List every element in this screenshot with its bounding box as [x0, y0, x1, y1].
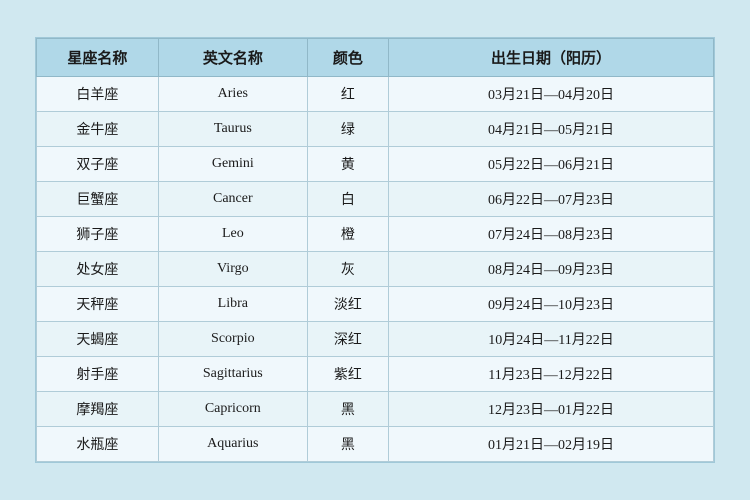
header-english: 英文名称	[158, 39, 307, 77]
cell-color: 橙	[307, 217, 388, 252]
table-row: 金牛座Taurus绿04月21日—05月21日	[37, 112, 714, 147]
cell-english: Sagittarius	[158, 357, 307, 392]
cell-date: 12月23日—01月22日	[389, 392, 714, 427]
cell-english: Libra	[158, 287, 307, 322]
cell-color: 黄	[307, 147, 388, 182]
table-body: 白羊座Aries红03月21日—04月20日金牛座Taurus绿04月21日—0…	[37, 77, 714, 462]
cell-date: 11月23日—12月22日	[389, 357, 714, 392]
table-row: 白羊座Aries红03月21日—04月20日	[37, 77, 714, 112]
cell-english: Aries	[158, 77, 307, 112]
table-row: 天秤座Libra淡红09月24日—10月23日	[37, 287, 714, 322]
cell-english: Leo	[158, 217, 307, 252]
table-row: 天蝎座Scorpio深红10月24日—11月22日	[37, 322, 714, 357]
cell-color: 深红	[307, 322, 388, 357]
cell-english: Virgo	[158, 252, 307, 287]
table-row: 处女座Virgo灰08月24日—09月23日	[37, 252, 714, 287]
cell-date: 08月24日—09月23日	[389, 252, 714, 287]
cell-chinese: 巨蟹座	[37, 182, 159, 217]
zodiac-table: 星座名称 英文名称 颜色 出生日期（阳历） 白羊座Aries红03月21日—04…	[36, 38, 714, 462]
cell-chinese: 射手座	[37, 357, 159, 392]
table-row: 狮子座Leo橙07月24日—08月23日	[37, 217, 714, 252]
cell-color: 白	[307, 182, 388, 217]
cell-date: 01月21日—02月19日	[389, 427, 714, 462]
header-color: 颜色	[307, 39, 388, 77]
table-row: 水瓶座Aquarius黑01月21日—02月19日	[37, 427, 714, 462]
cell-date: 04月21日—05月21日	[389, 112, 714, 147]
cell-english: Aquarius	[158, 427, 307, 462]
cell-color: 绿	[307, 112, 388, 147]
cell-chinese: 狮子座	[37, 217, 159, 252]
table-header-row: 星座名称 英文名称 颜色 出生日期（阳历）	[37, 39, 714, 77]
cell-date: 05月22日—06月21日	[389, 147, 714, 182]
cell-date: 09月24日—10月23日	[389, 287, 714, 322]
header-date: 出生日期（阳历）	[389, 39, 714, 77]
cell-chinese: 处女座	[37, 252, 159, 287]
header-chinese: 星座名称	[37, 39, 159, 77]
cell-color: 红	[307, 77, 388, 112]
cell-color: 黑	[307, 427, 388, 462]
cell-chinese: 摩羯座	[37, 392, 159, 427]
cell-color: 紫红	[307, 357, 388, 392]
cell-english: Cancer	[158, 182, 307, 217]
cell-english: Taurus	[158, 112, 307, 147]
cell-color: 黑	[307, 392, 388, 427]
cell-color: 灰	[307, 252, 388, 287]
cell-english: Gemini	[158, 147, 307, 182]
table-row: 射手座Sagittarius紫红11月23日—12月22日	[37, 357, 714, 392]
cell-color: 淡红	[307, 287, 388, 322]
cell-date: 03月21日—04月20日	[389, 77, 714, 112]
cell-chinese: 双子座	[37, 147, 159, 182]
table-row: 双子座Gemini黄05月22日—06月21日	[37, 147, 714, 182]
cell-chinese: 天秤座	[37, 287, 159, 322]
table-row: 巨蟹座Cancer白06月22日—07月23日	[37, 182, 714, 217]
cell-date: 07月24日—08月23日	[389, 217, 714, 252]
cell-chinese: 天蝎座	[37, 322, 159, 357]
cell-chinese: 金牛座	[37, 112, 159, 147]
zodiac-table-container: 星座名称 英文名称 颜色 出生日期（阳历） 白羊座Aries红03月21日—04…	[35, 37, 715, 463]
cell-chinese: 白羊座	[37, 77, 159, 112]
cell-date: 06月22日—07月23日	[389, 182, 714, 217]
cell-english: Scorpio	[158, 322, 307, 357]
table-row: 摩羯座Capricorn黑12月23日—01月22日	[37, 392, 714, 427]
cell-chinese: 水瓶座	[37, 427, 159, 462]
cell-date: 10月24日—11月22日	[389, 322, 714, 357]
cell-english: Capricorn	[158, 392, 307, 427]
